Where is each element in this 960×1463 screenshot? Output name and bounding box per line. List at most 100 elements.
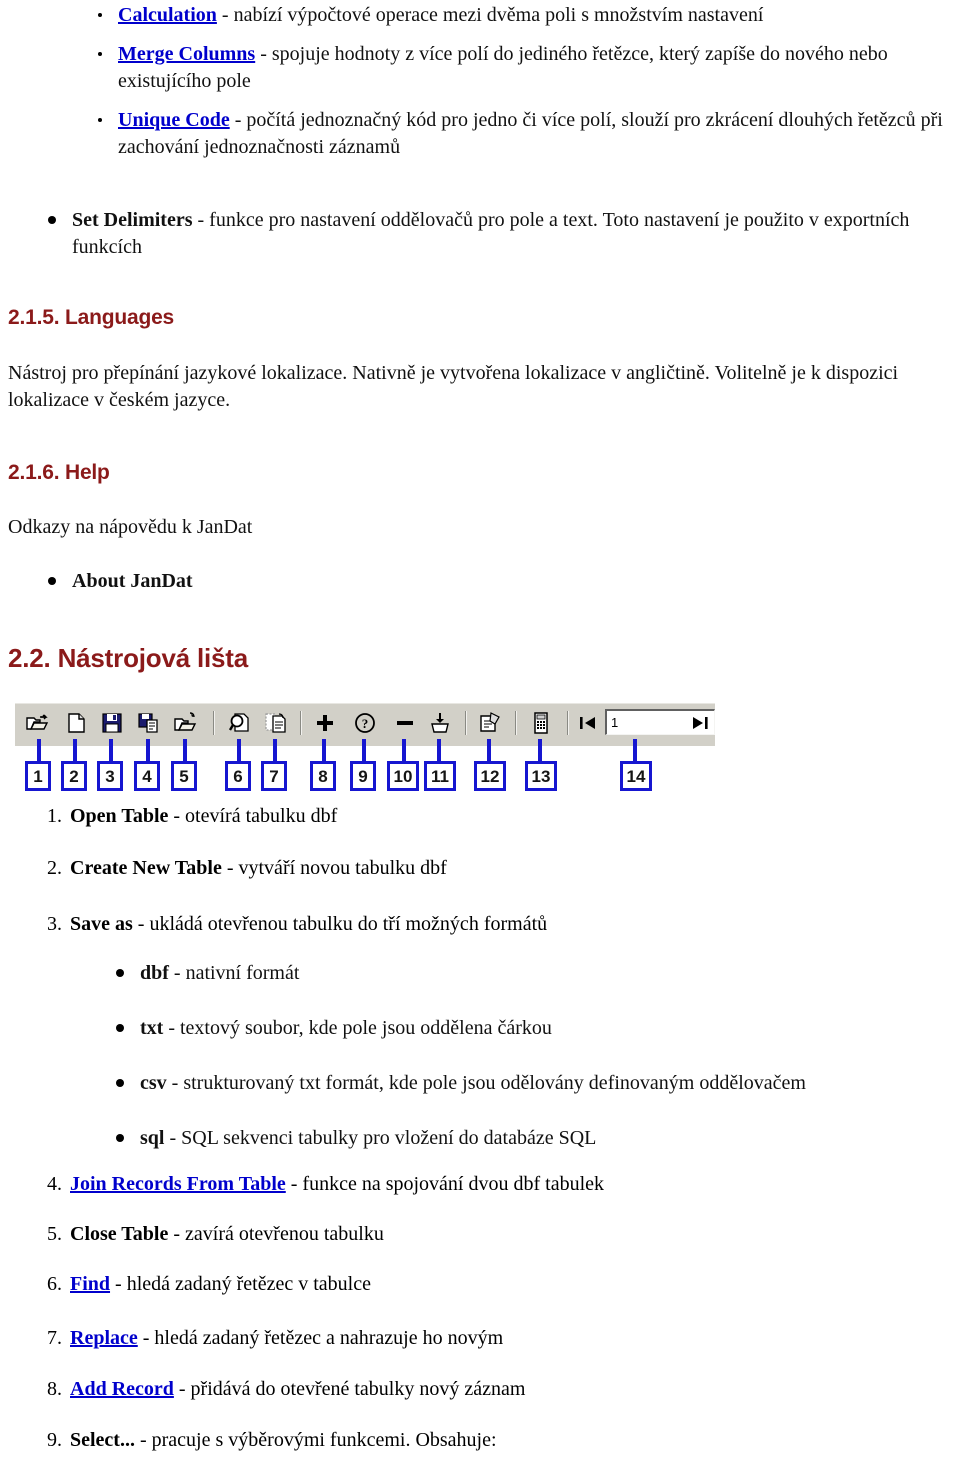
format-name: dbf: [140, 962, 169, 984]
callout-12: 12: [474, 761, 506, 791]
callout-4: 4: [134, 761, 160, 791]
list-index: 6.: [47, 1273, 62, 1295]
callout-stem: [362, 739, 366, 761]
open-folder-icon[interactable]: [25, 710, 51, 736]
list-index: 9.: [47, 1429, 62, 1451]
callout-13: 13: [525, 761, 557, 791]
list-item: Unique Code - počítá jednoznačný kód pro…: [98, 107, 960, 161]
properties-icon[interactable]: [477, 710, 503, 736]
toolbar-separator: [567, 711, 568, 735]
add-record-link[interactable]: Add Record: [70, 1378, 174, 1400]
heading-languages: 2.1.5. Languages: [8, 306, 175, 329]
callout-stem: [487, 739, 491, 761]
callout-1: 1: [25, 761, 51, 791]
document-page: Calculation - nabízí výpočtové operace m…: [0, 0, 960, 1463]
replace-document-icon[interactable]: [263, 710, 289, 736]
toolbar-item-1: 1. Open Table - otevírá tabulku dbf: [47, 803, 950, 829]
calculator-icon[interactable]: [528, 710, 554, 736]
toolbar-item-title: Create New Table: [70, 857, 222, 879]
callout-10: 10: [387, 761, 419, 791]
toolbar-item-text: - přidává do otevřené tabulky nový zázna…: [173, 1378, 526, 1400]
question-select-icon[interactable]: ?: [352, 710, 378, 736]
toolbar-item-8: 8. Add Record - přidává do otevřené tabu…: [47, 1376, 950, 1402]
list-item-text: - počítá jednoznačný kód pro jedno či ví…: [118, 109, 943, 158]
list-index: 3.: [47, 913, 62, 935]
nav-first-record-button[interactable]: [575, 710, 601, 736]
callout-stem: [237, 739, 241, 761]
join-records-link[interactable]: Join Records From Table: [70, 1173, 286, 1195]
languages-paragraph: Nástroj pro přepínání jazykové lokalizac…: [8, 362, 899, 411]
callout-stem: [538, 739, 542, 761]
format-name: csv: [140, 1072, 167, 1094]
toolbar-item-text: - otevírá tabulku dbf: [168, 805, 338, 827]
callout-stem: [633, 739, 637, 761]
save-as-icon[interactable]: [136, 710, 162, 736]
callout-11: 11: [424, 761, 456, 791]
find-link[interactable]: Find: [70, 1273, 110, 1295]
set-delimiters-text: - funkce pro nastavení oddělovačů pro po…: [72, 209, 910, 258]
import-basket-icon[interactable]: [427, 710, 453, 736]
list-item: About JanDat: [48, 568, 572, 595]
help-bullet-list: About JanDat: [48, 568, 572, 595]
callout-8: 8: [310, 761, 336, 791]
list-item: Calculation - nabízí výpočtové operace m…: [98, 2, 960, 29]
toolbar-figure: ? 1 1 2 3 4 5 6 7 8 9 10 11 12 13 14: [15, 703, 715, 795]
help-paragraph: Odkazy na nápovědu k JanDat: [8, 516, 253, 538]
save-floppy-icon[interactable]: [99, 710, 125, 736]
callout-stem: [402, 739, 406, 761]
toolbar-item-9: 9. Select... - pracuje s výběrovými funk…: [47, 1427, 950, 1453]
format-text: - textový soubor, kde pole jsou oddělena…: [163, 1017, 552, 1039]
list-item: txt - textový soubor, kde pole jsou oddě…: [116, 1015, 960, 1042]
list-index: 1.: [47, 805, 62, 827]
open-folder-join-icon[interactable]: [173, 710, 199, 736]
list-item: dbf - nativní formát: [116, 960, 960, 987]
callout-9: 9: [350, 761, 376, 791]
list-item: csv - strukturovaný txt formát, kde pole…: [116, 1070, 960, 1097]
toolbar-item-text: - hledá zadaný řetězec a nahrazuje ho no…: [137, 1327, 504, 1349]
intro-bullet-list: Calculation - nabízí výpočtové operace m…: [98, 2, 960, 161]
callout-6: 6: [225, 761, 251, 791]
format-text: - strukturovaný txt formát, kde pole jso…: [166, 1072, 806, 1094]
callout-stem: [37, 739, 41, 761]
minus-delete-icon[interactable]: [392, 710, 418, 736]
replace-link[interactable]: Replace: [70, 1327, 138, 1349]
toolbar-item-title: Select...: [70, 1429, 135, 1451]
nav-last-record-button[interactable]: [687, 710, 713, 736]
merge-columns-link[interactable]: Merge Columns: [118, 43, 255, 65]
list-item: sql - SQL sekvenci tabulky pro vložení d…: [116, 1125, 960, 1152]
toolbar-item-title: Save as: [70, 913, 133, 935]
callout-stem: [273, 739, 277, 761]
format-name: txt: [140, 1017, 164, 1039]
toolbar-item-text: - vytváří novou tabulku dbf: [221, 857, 447, 879]
heading-toolbar: 2.2. Nástrojová lišta: [8, 643, 249, 673]
new-document-icon[interactable]: [63, 710, 89, 736]
list-item: Merge Columns - spojuje hodnoty z více p…: [98, 41, 960, 95]
callout-7: 7: [261, 761, 287, 791]
callout-14: 14: [620, 761, 652, 791]
callout-5: 5: [171, 761, 197, 791]
toolbar-item-title: Open Table: [70, 805, 169, 827]
toolbar-item-6: 6. Find - hledá zadaný řetězec v tabulce: [47, 1271, 950, 1297]
plus-add-record-icon[interactable]: [312, 710, 338, 736]
list-index: 2.: [47, 857, 62, 879]
callout-3: 3: [97, 761, 123, 791]
toolbar-item-5: 5. Close Table - zavírá otevřenou tabulk…: [47, 1221, 950, 1247]
format-text: - SQL sekvenci tabulky pro vložení do da…: [164, 1127, 597, 1149]
toolbar-item-2: 2. Create New Table - vytváří novou tabu…: [47, 855, 950, 881]
calculation-link[interactable]: Calculation: [118, 4, 217, 26]
list-index: 7.: [47, 1327, 62, 1349]
toolbar-separator: [213, 711, 214, 735]
set-delimiters-label: Set Delimiters: [72, 209, 193, 231]
toolbar-separator: [465, 711, 466, 735]
about-jandat-label: About JanDat: [72, 570, 193, 592]
format-name: sql: [140, 1127, 165, 1149]
toolbar-item-7: 7. Replace - hledá zadaný řetězec a nahr…: [47, 1325, 950, 1351]
toolbar-item-3: 3. Save as - ukládá otevřenou tabulku do…: [47, 911, 950, 937]
list-index: 4.: [47, 1173, 62, 1195]
callout-stem: [73, 739, 77, 761]
set-delimiters-bullet: Set Delimiters - funkce pro nastavení od…: [48, 207, 960, 261]
unique-code-link[interactable]: Unique Code: [118, 109, 230, 131]
toolbar-separator: [515, 711, 516, 735]
find-magnifier-icon[interactable]: [227, 710, 253, 736]
format-bullet-list: dbf - nativní formát txt - textový soubo…: [116, 960, 960, 1152]
